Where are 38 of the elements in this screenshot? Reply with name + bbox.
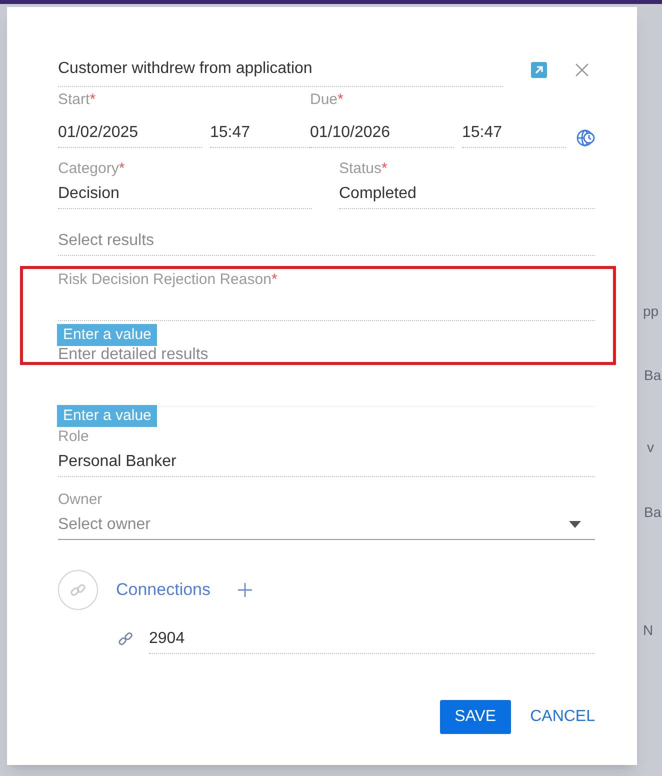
caret-icon: [569, 521, 581, 528]
background-text: v: [647, 440, 654, 454]
field-label: Start: [58, 90, 90, 110]
validation-tooltip: Enter a value: [57, 405, 158, 427]
status-field[interactable]: Completed: [339, 179, 595, 209]
background-text: Ba: [644, 505, 662, 519]
field-label: Risk Decision Rejection Reason: [58, 270, 272, 290]
save-button[interactable]: SAVE: [440, 700, 512, 734]
time-field[interactable]: 15:47: [462, 118, 566, 148]
background-text: Ba: [644, 368, 662, 382]
field-label: Owner: [58, 490, 102, 510]
connection-link[interactable]: 2904: [149, 624, 595, 654]
background-text: pp: [643, 304, 659, 318]
time-field[interactable]: 15:47: [210, 118, 310, 148]
required-mark: *: [338, 90, 344, 110]
date-field[interactable]: 01/10/2026: [310, 118, 454, 148]
link-icon: [118, 631, 134, 647]
field-label: Category: [58, 159, 119, 179]
field-label: Status: [339, 159, 382, 179]
validation-tooltip: Enter a value: [57, 324, 158, 346]
required-mark: *: [118, 159, 125, 179]
required-mark: *: [90, 90, 96, 110]
background-text: N: [643, 623, 654, 637]
title-field[interactable]: Customer withdrew from application: [58, 52, 503, 87]
link-icon: [58, 570, 98, 610]
connections-label: Connections: [116, 579, 211, 602]
field-label: Due: [310, 90, 338, 110]
date-field[interactable]: 01/02/2025: [58, 118, 202, 148]
category-field[interactable]: Decision: [58, 179, 312, 209]
required-mark: *: [271, 270, 278, 290]
cancel-button[interactable]: CANCEL: [530, 700, 595, 734]
globe-clock-icon[interactable]: [576, 128, 596, 148]
role-field[interactable]: Personal Banker: [58, 447, 595, 477]
required-mark: *: [382, 159, 388, 179]
add-icon[interactable]: [236, 582, 253, 598]
field-label: Role: [58, 427, 89, 447]
close-icon[interactable]: [575, 62, 589, 76]
open-icon[interactable]: [531, 62, 547, 78]
